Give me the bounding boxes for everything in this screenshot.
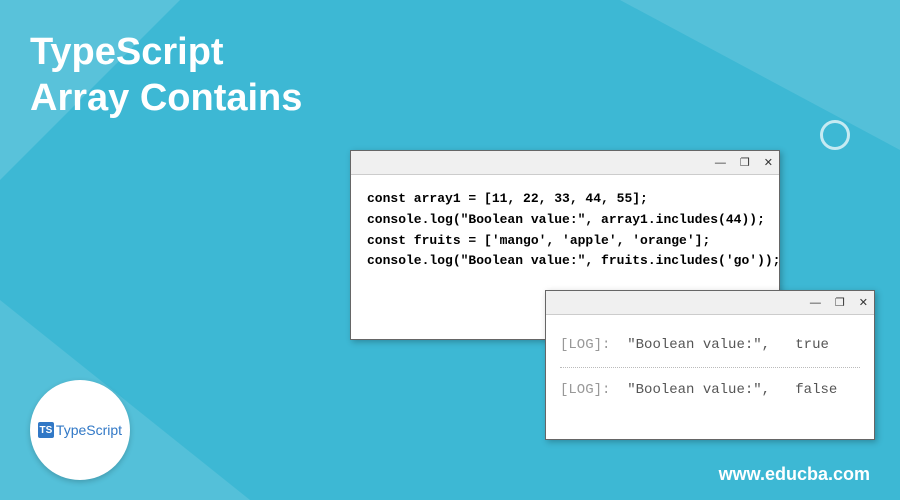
title-line2: Array Contains	[30, 77, 302, 119]
bg-decoration	[0, 300, 250, 500]
title-line1: TypeScript	[30, 31, 224, 73]
bg-decoration	[620, 0, 900, 150]
code-line: console.log("Boolean value:", fruits.inc…	[367, 253, 780, 268]
output-divider	[560, 367, 860, 368]
output-content: [LOG]: "Boolean value:", true [LOG]: "Bo…	[546, 315, 874, 420]
minimize-icon[interactable]: —	[715, 157, 726, 169]
output-line: [LOG]: "Boolean value:", true	[560, 327, 860, 363]
website-url: www.educba.com	[719, 464, 870, 485]
window-titlebar: — ❐ ✕	[546, 291, 874, 315]
output-message: "Boolean value:",	[627, 382, 770, 398]
ts-badge: TS TypeScript	[38, 422, 122, 438]
close-icon[interactable]: ✕	[859, 296, 868, 309]
code-content: const array1 = [11, 22, 33, 44, 55]; con…	[351, 175, 779, 286]
minimize-icon[interactable]: —	[810, 297, 821, 309]
log-label: [LOG]:	[560, 337, 610, 353]
code-line: console.log("Boolean value:", array1.inc…	[367, 212, 765, 227]
typescript-logo: TS TypeScript	[30, 380, 130, 480]
output-message: "Boolean value:",	[627, 337, 770, 353]
close-icon[interactable]: ✕	[764, 156, 773, 169]
bg-decoration-circle	[820, 120, 850, 150]
output-line: [LOG]: "Boolean value:", false	[560, 372, 860, 408]
maximize-icon[interactable]: ❐	[835, 296, 845, 309]
output-value: false	[795, 382, 837, 398]
output-value: true	[795, 337, 829, 353]
maximize-icon[interactable]: ❐	[740, 156, 750, 169]
ts-square-icon: TS	[38, 422, 54, 438]
code-line: const array1 = [11, 22, 33, 44, 55];	[367, 191, 648, 206]
logo-text: TypeScript	[56, 422, 122, 438]
output-window: — ❐ ✕ [LOG]: "Boolean value:", true [LOG…	[545, 290, 875, 440]
page-title: TypeScript Array Contains	[30, 30, 302, 121]
log-label: [LOG]:	[560, 382, 610, 398]
code-line: const fruits = ['mango', 'apple', 'orang…	[367, 233, 710, 248]
window-titlebar: — ❐ ✕	[351, 151, 779, 175]
